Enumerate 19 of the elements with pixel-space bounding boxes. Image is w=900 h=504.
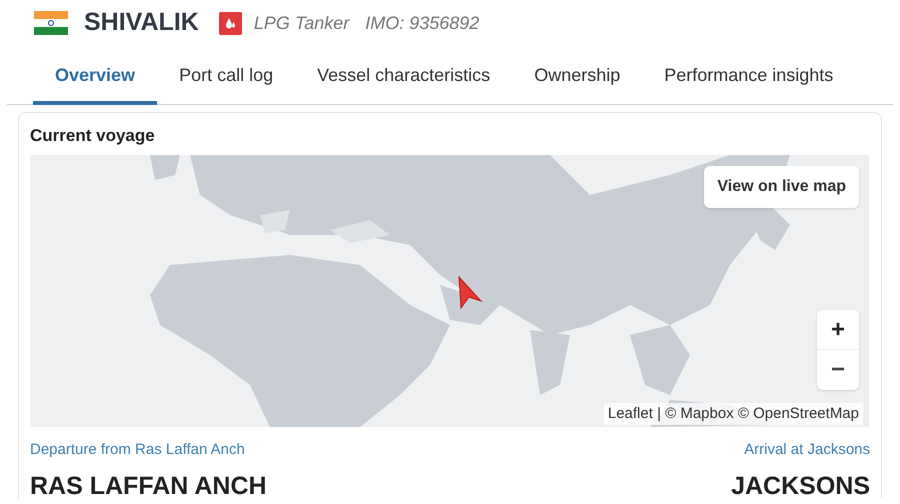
vessel-type: LPG Tanker [254,12,350,34]
departure-port: RAS LAFFAN ANCH [30,470,267,502]
departure-label: Departure from Ras Laffan Anch [30,440,246,460]
imo-number: IMO: 9356892 [365,12,480,34]
arrival-label: Arrival at Jacksons [744,440,870,460]
tab[interactable]: Port call log [157,50,296,105]
zoom-out-button[interactable]: − [817,350,859,390]
tab[interactable]: Vessel characteristics [295,50,512,105]
arrival-port: JACKSONS [731,470,870,502]
section-title: Current voyage [30,125,156,147]
live-map-button[interactable]: View on live map [704,166,859,208]
map-attribution: Leaflet | © Mapbox © OpenStreetMap [604,402,863,425]
tab[interactable]: Performance insights [642,50,856,105]
tab[interactable]: Overview [33,50,158,105]
zoom-in-button[interactable]: + [817,310,859,350]
vessel-name: SHIVALIK [84,7,199,38]
droplet-icon [218,12,242,34]
tab[interactable]: Ownership [512,50,642,105]
flag-icon [34,11,68,35]
